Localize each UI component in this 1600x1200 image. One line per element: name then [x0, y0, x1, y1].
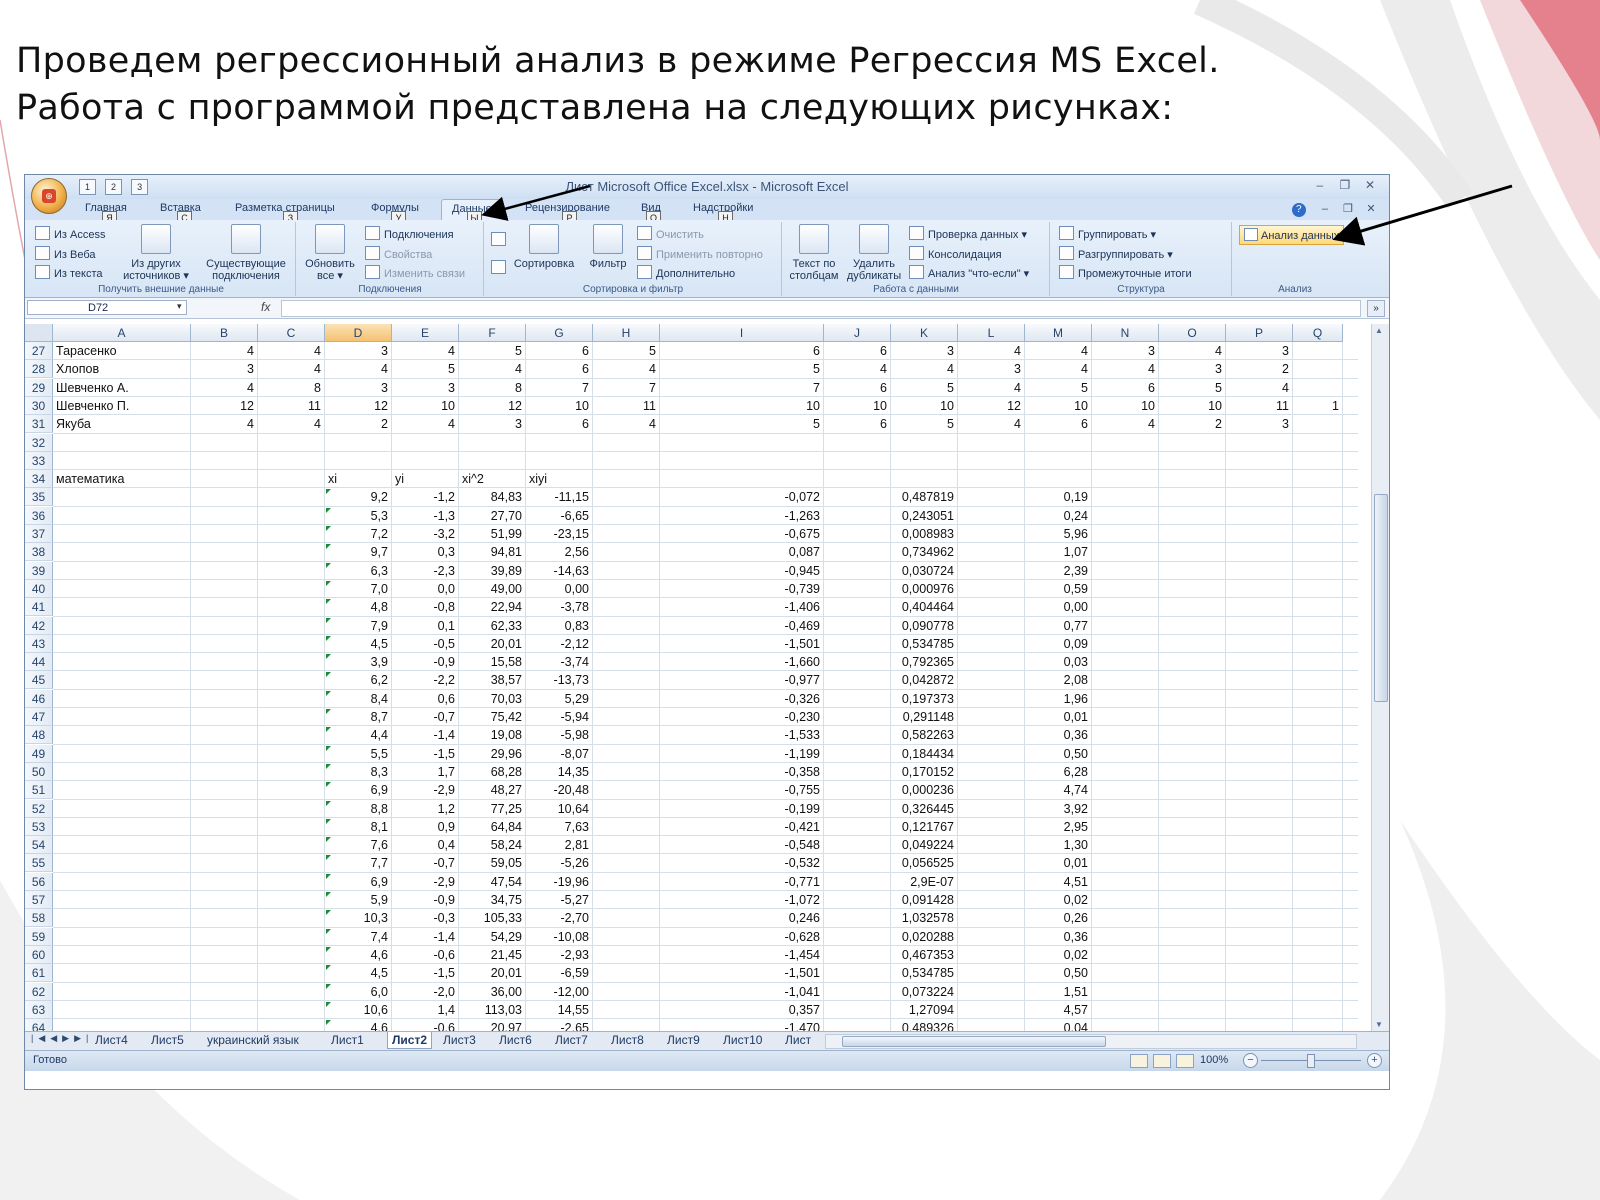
arrow-to-data-analysis [1332, 184, 1513, 246]
office-button[interactable]: ⊕ [31, 178, 67, 214]
office-logo-icon: ⊕ [42, 189, 56, 203]
arrow-annotations [481, 184, 1513, 246]
arrow-to-data-tab [481, 184, 591, 221]
